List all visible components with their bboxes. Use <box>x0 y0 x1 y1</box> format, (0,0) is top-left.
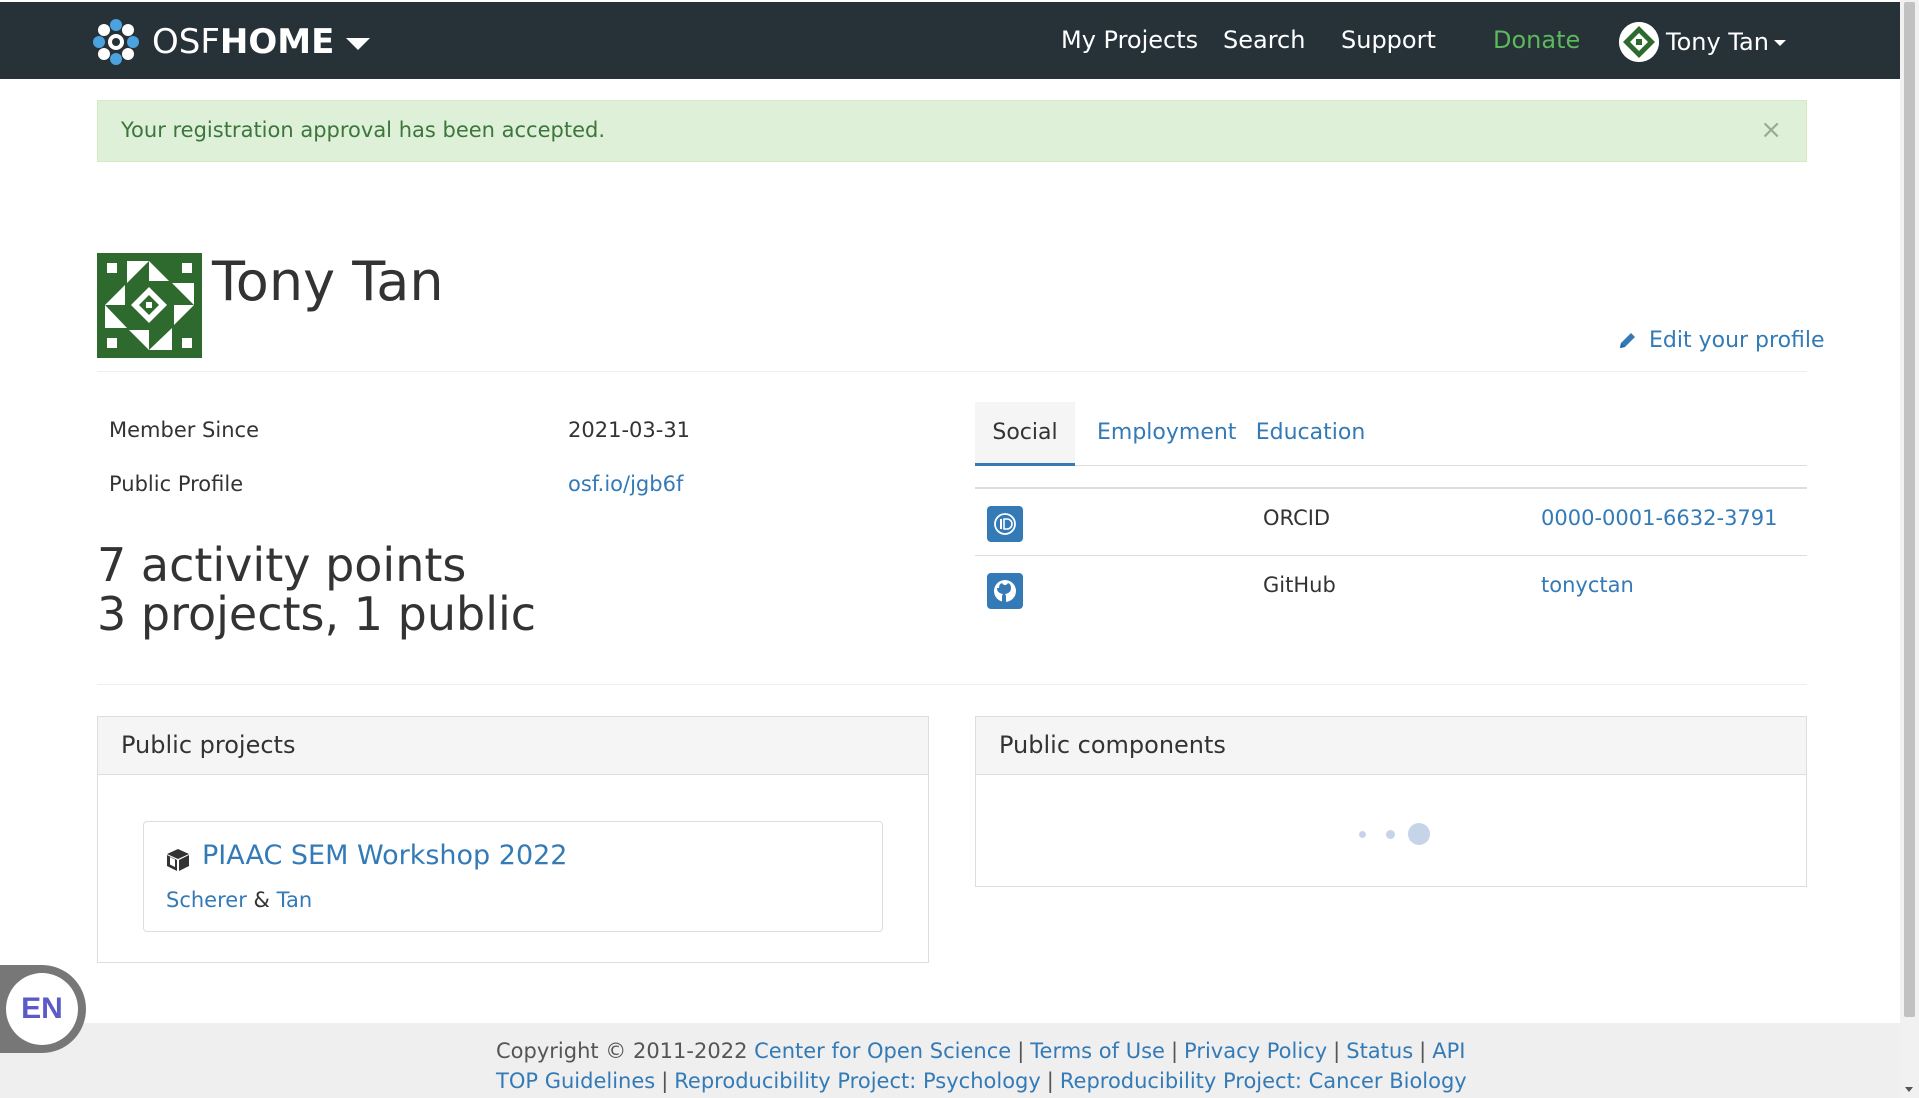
public-projects-panel: Public projects PIAAC SEM Workshop 2022 … <box>97 716 929 963</box>
footer-link-terms[interactable]: Terms of Use <box>1030 1039 1165 1063</box>
nav-my-projects[interactable]: My Projects <box>1061 26 1198 54</box>
tab-education[interactable]: Education <box>1248 402 1373 466</box>
user-name: Tony Tan <box>1666 28 1769 56</box>
osf-home-brand[interactable]: OSFHOME <box>90 16 371 68</box>
footer-link-privacy[interactable]: Privacy Policy <box>1184 1039 1327 1063</box>
scrollbar[interactable] <box>1900 0 1919 1098</box>
panel-heading: Public components <box>976 717 1806 775</box>
nav-donate[interactable]: Donate <box>1493 26 1580 54</box>
nav-support[interactable]: Support <box>1341 26 1436 54</box>
footer: Copyright © 2011-2022 Center for Open Sc… <box>0 1023 1900 1098</box>
success-alert: Your registration approval has been acce… <box>97 100 1807 162</box>
divider <box>97 371 1807 372</box>
social-row-github: GitHub tonyctan <box>975 556 1807 623</box>
panel-heading: Public projects <box>98 717 928 775</box>
member-since-value: 2021-03-31 <box>568 418 691 442</box>
profile-name: Tony Tan <box>212 250 444 313</box>
alert-message: Your registration approval has been acce… <box>121 118 606 142</box>
project-title-link[interactable]: PIAAC SEM Workshop 2022 <box>202 840 567 871</box>
close-icon[interactable]: × <box>1760 115 1782 145</box>
profile-avatar <box>97 253 202 358</box>
projects-summary: 3 projects, 1 public <box>97 587 537 641</box>
public-components-panel: Public components <box>975 716 1807 887</box>
scrollbar-thumb[interactable] <box>1904 2 1915 1017</box>
brand-text: OSFHOME <box>152 22 335 62</box>
project-card: PIAAC SEM Workshop 2022 Scherer & Tan <box>143 821 883 932</box>
language-widget[interactable]: EN <box>0 965 86 1053</box>
member-since-label: Member Since <box>109 418 259 442</box>
footer-link-api[interactable]: API <box>1432 1039 1465 1063</box>
scroll-down-arrow-icon[interactable] <box>1905 1087 1913 1092</box>
loading-dot <box>1386 830 1395 839</box>
edit-profile-link[interactable]: Edit your profile <box>1617 328 1825 353</box>
author-link[interactable]: Tan <box>277 888 313 912</box>
project-authors: Scherer & Tan <box>166 888 312 912</box>
top-navbar: OSFHOME My Projects Search Support Donat… <box>0 0 1900 79</box>
social-row-orcid: ORCID 0000-0001-6632-3791 <box>975 489 1807 556</box>
footer-link-rp-cancer[interactable]: Reproducibility Project: Cancer Biology <box>1060 1069 1467 1093</box>
profile-tabs: Social Employment Education <box>975 402 1807 466</box>
social-name: GitHub <box>1263 573 1336 597</box>
osf-logo-icon <box>93 19 139 65</box>
footer-line-1: Copyright © 2011-2022 Center for Open Sc… <box>496 1039 1466 1063</box>
divider <box>97 684 1807 685</box>
footer-link-rp-psych[interactable]: Reproducibility Project: Psychology <box>674 1069 1041 1093</box>
user-avatar <box>1619 22 1659 62</box>
loading-dot <box>1408 823 1430 845</box>
loading-dot <box>1359 831 1366 838</box>
nav-search[interactable]: Search <box>1223 26 1305 54</box>
orcid-link[interactable]: 0000-0001-6632-3791 <box>1541 506 1778 530</box>
user-menu[interactable]: Tony Tan <box>1619 22 1786 62</box>
public-profile-link[interactable]: osf.io/jgb6f <box>568 472 683 496</box>
footer-link-top[interactable]: TOP Guidelines <box>496 1069 655 1093</box>
github-link[interactable]: tonyctan <box>1541 573 1634 597</box>
tab-social[interactable]: Social <box>975 402 1075 466</box>
author-link[interactable]: Scherer <box>166 888 247 912</box>
language-code[interactable]: EN <box>6 973 78 1045</box>
tab-employment[interactable]: Employment <box>1097 402 1236 466</box>
activity-points: 7 activity points <box>97 538 467 592</box>
author-separator: & <box>253 888 270 912</box>
pencil-icon <box>1620 332 1635 348</box>
footer-link-status[interactable]: Status <box>1346 1039 1413 1063</box>
footer-line-2: TOP Guidelines | Reproducibility Project: … <box>496 1069 1467 1093</box>
public-profile-label: Public Profile <box>109 472 244 496</box>
copyright-text: Copyright © 2011-2022 <box>496 1039 748 1063</box>
caret-down-icon <box>1773 40 1786 46</box>
footer-link-cos[interactable]: Center for Open Science <box>754 1039 1011 1063</box>
orcid-icon <box>987 506 1023 542</box>
loading-indicator <box>976 821 1806 851</box>
social-table: ORCID 0000-0001-6632-3791 GitHub tonycta… <box>975 487 1807 623</box>
chevron-down-icon[interactable] <box>346 38 371 50</box>
edit-profile-label: Edit your profile <box>1649 328 1825 353</box>
cube-icon <box>167 849 189 871</box>
github-icon <box>987 573 1023 609</box>
social-name: ORCID <box>1263 506 1331 530</box>
